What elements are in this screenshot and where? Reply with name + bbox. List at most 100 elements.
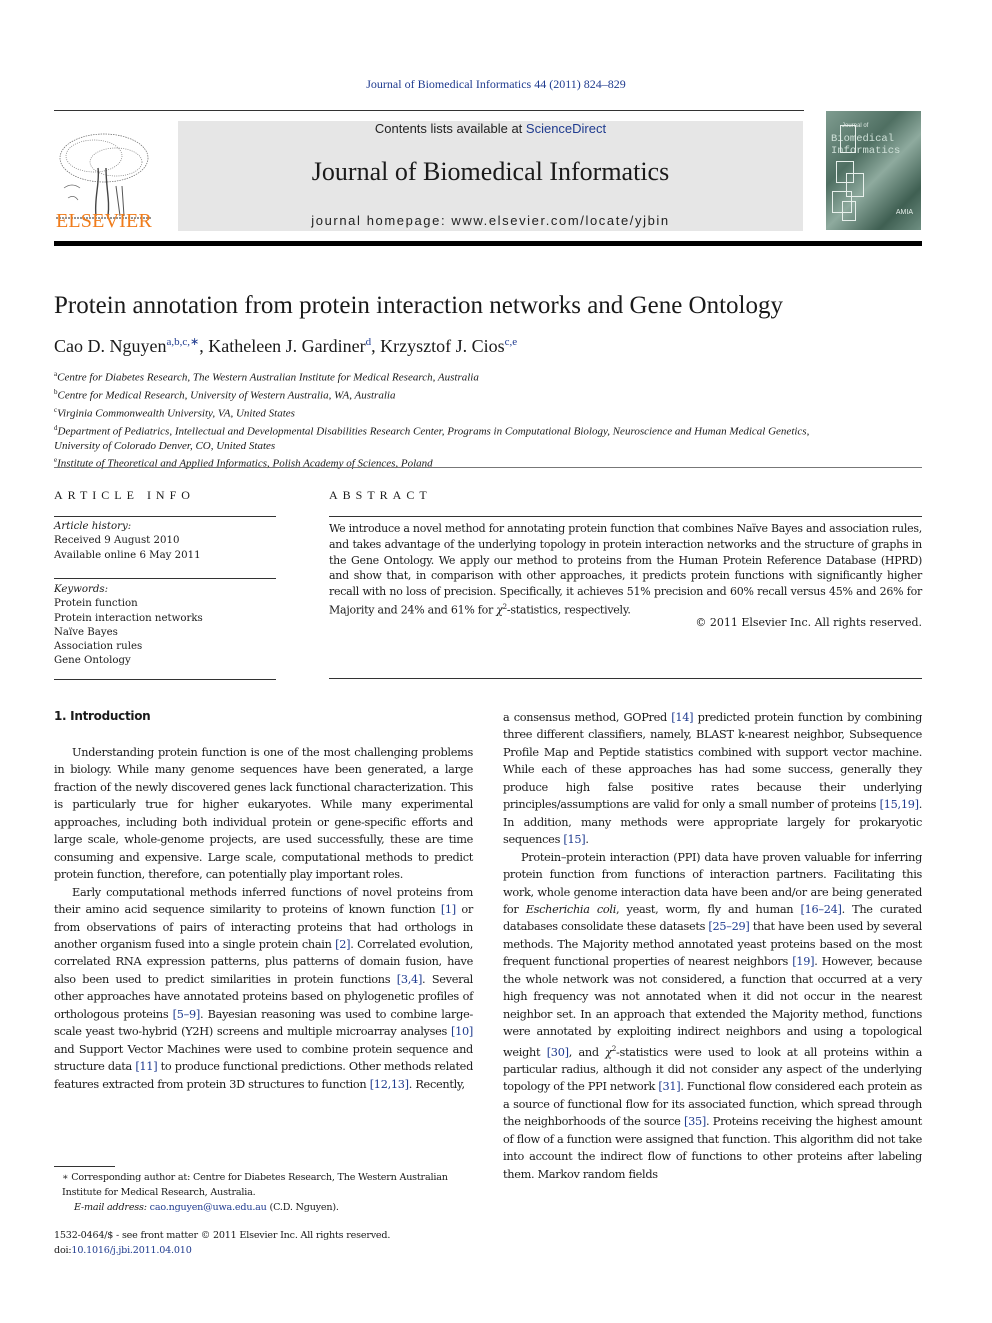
doi-prefix: doi: — [54, 1244, 72, 1256]
abstract-copyright: © 2011 Elsevier Inc. All rights reserved… — [695, 616, 922, 629]
keyword: Gene Ontology — [54, 655, 131, 667]
email-suffix: (C.D. Nguyen). — [266, 1202, 339, 1213]
body-paragraph: Early computational methods inferred fun… — [54, 884, 473, 1093]
citation-link[interactable]: [15] — [563, 833, 585, 846]
corresponding-author-note: ∗ Corresponding author at: Centre for Di… — [54, 1170, 473, 1200]
received-date: Received 9 August 2010 — [54, 535, 180, 547]
author-name[interactable]: Katheleen J. Gardiner — [208, 336, 365, 356]
affiliation: aCentre for Diabetes Research, The Weste… — [54, 367, 854, 385]
text-run: . However, because the whole network was… — [503, 955, 922, 1059]
abstract-rule — [329, 678, 922, 679]
sciencedirect-link[interactable]: ScienceDirect — [526, 121, 606, 136]
citation-link[interactable]: [11] — [135, 1060, 157, 1073]
affiliation: eInstitute of Theoretical and Applied In… — [54, 453, 854, 471]
cover-decor-box — [842, 201, 856, 221]
masthead-thick-rule — [54, 241, 922, 246]
keyword: Association rules — [54, 641, 143, 653]
footnote-marker: ∗ — [62, 1172, 69, 1183]
front-matter: 1532-0464/$ - see front matter © 2011 El… — [54, 1229, 473, 1258]
cover-society-logo: AMIA — [895, 209, 913, 216]
issn-line: 1532-0464/$ - see front matter © 2011 El… — [54, 1230, 391, 1241]
affiliation: bCentre for Medical Research, University… — [54, 385, 854, 403]
text-run: a consensus method, GOPred — [503, 711, 672, 724]
abstract-rule — [329, 516, 922, 517]
affiliation: cVirginia Commonwealth University, VA, U… — [54, 403, 854, 421]
affiliation-text: Virginia Commonwealth University, VA, Un… — [57, 407, 295, 420]
italic-term: Escherichia coli — [525, 902, 617, 916]
keywords: Keywords: Protein function Protein inter… — [54, 583, 276, 669]
journal-cover-image[interactable]: Journal of Biomedical Informatics AMIA — [826, 111, 921, 230]
section-heading: 1. Introduction — [54, 709, 151, 723]
doi-line: doi:10.1016/j.jbi.2011.04.010 — [54, 1244, 473, 1259]
available-date: Available online 6 May 2011 — [54, 549, 201, 561]
citation-link[interactable]: [31] — [658, 1080, 680, 1093]
journal-title: Journal of Biomedical Informatics — [311, 157, 670, 186]
text-run: . Recently, — [408, 1077, 465, 1091]
keyword: Protein function — [54, 598, 138, 610]
citation-link[interactable]: [25–29] — [708, 920, 749, 933]
affiliations-rule — [54, 467, 922, 468]
journal-homepage[interactable]: journal homepage: www.elsevier.com/locat… — [178, 213, 803, 228]
body-paragraph: Understanding protein function is one of… — [54, 744, 473, 884]
article-history: Article history: Received 9 August 2010 … — [54, 520, 276, 563]
text-run: predicted protein function by combining … — [503, 711, 922, 812]
abstract-body-end: -statistics, respectively. — [506, 603, 631, 617]
citation-link[interactable]: [12,13] — [370, 1078, 409, 1091]
footnote-rule — [54, 1166, 115, 1167]
running-head[interactable]: Journal of Biomedical Informatics 44 (20… — [0, 77, 992, 92]
author-affiliation-marks[interactable]: d — [366, 336, 372, 348]
abstract-label: ABSTRACT — [329, 488, 432, 502]
citation-link[interactable]: [1] — [441, 903, 456, 916]
history-label: Article history: — [54, 521, 132, 532]
journal-masthead: Contents lists available at ScienceDirec… — [178, 121, 803, 231]
body-paragraph: a consensus method, GOPred [14] predicte… — [503, 709, 922, 849]
affiliation-text: Centre for Medical Research, University … — [57, 389, 396, 402]
keyword: Protein interaction networks — [54, 612, 203, 624]
elsevier-logo-text[interactable]: ELSEVIER — [54, 210, 154, 233]
text-run: Early computational methods inferred fun… — [54, 885, 473, 917]
article-info-rule — [54, 578, 276, 579]
citation-link[interactable]: [15,19] — [880, 798, 919, 811]
doi-link[interactable]: 10.1016/j.jbi.2011.04.010 — [71, 1245, 191, 1256]
text-run: Understanding protein function is one of… — [54, 746, 473, 882]
author-affiliation-marks[interactable]: a,b,c,∗ — [166, 336, 199, 348]
body-paragraph: Protein–protein interaction (PPI) data h… — [503, 849, 922, 1183]
citation-link[interactable]: [30] — [547, 1045, 569, 1058]
citation-link[interactable]: [35] — [684, 1115, 706, 1128]
affiliations: aCentre for Diabetes Research, The Weste… — [54, 367, 854, 471]
citation-link[interactable]: [10] — [451, 1025, 473, 1038]
affiliation: dDepartment of Pediatrics, Intellectual … — [54, 421, 854, 453]
footnote: ∗ Corresponding author at: Centre for Di… — [54, 1170, 473, 1215]
author-affiliation-marks[interactable]: c,e — [505, 336, 518, 348]
cover-decor-box — [840, 125, 856, 153]
email-link[interactable]: cao.nguyen@uwa.edu.au — [150, 1202, 267, 1213]
citation-link[interactable]: [16–24] — [800, 903, 841, 916]
affiliation-text: Centre for Diabetes Research, The Wester… — [57, 371, 479, 384]
abstract-text: We introduce a novel method for annotati… — [329, 521, 922, 618]
citation-link[interactable]: [2] — [335, 938, 350, 951]
keywords-label: Keywords: — [54, 584, 109, 595]
citation-link[interactable]: [19] — [792, 955, 814, 968]
abstract-body: We introduce a novel method for annotati… — [329, 522, 923, 617]
article-info-rule — [54, 679, 276, 680]
article-info-label: ARTICLE INFO — [54, 488, 195, 502]
author-name[interactable]: Krzysztof J. Cios — [380, 336, 505, 356]
email-label: E-mail address: — [74, 1202, 147, 1213]
citation-link[interactable]: [3,4] — [397, 973, 423, 986]
contents-prefix: Contents lists available at — [374, 121, 526, 136]
author-name[interactable]: Cao D. Nguyen — [54, 336, 166, 356]
citation-link[interactable]: [5–9] — [173, 1008, 201, 1021]
author-list: Cao D. Nguyena,b,c,∗, Katheleen J. Gardi… — [54, 336, 518, 356]
text-run: , and — [568, 1045, 606, 1059]
text-run: . — [585, 833, 589, 847]
text-run: , yeast, worm, fly and human — [616, 902, 801, 916]
citation-link[interactable]: [14] — [671, 711, 693, 724]
corresponding-text: Corresponding author at: Centre for Diab… — [62, 1172, 448, 1198]
keyword: Naïve Bayes — [54, 626, 118, 638]
body-column-right: a consensus method, GOPred [14] predicte… — [503, 709, 922, 1183]
header-rule — [54, 110, 804, 111]
article-title: Protein annotation from protein interact… — [54, 292, 783, 319]
email-line: E-mail address: cao.nguyen@uwa.edu.au (C… — [54, 1200, 473, 1215]
article-info-rule — [54, 516, 276, 517]
contents-line: Contents lists available at ScienceDirec… — [178, 121, 803, 136]
